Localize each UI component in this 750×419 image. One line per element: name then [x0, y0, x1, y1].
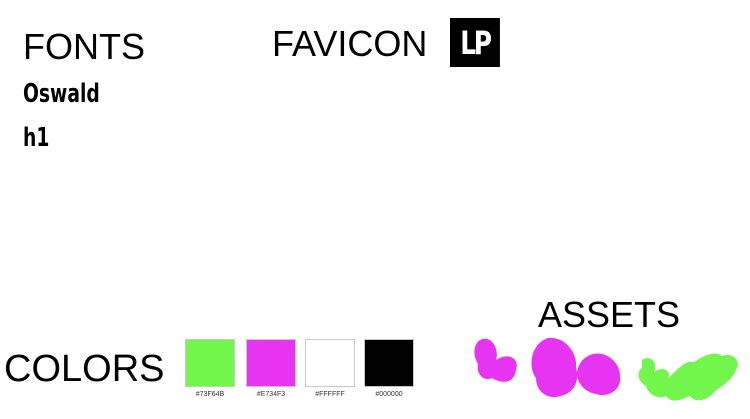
assets-heading: ASSETS	[538, 294, 681, 335]
asset-blob-green	[638, 353, 738, 401]
asset-blob-magenta-3	[576, 353, 621, 396]
favicon-heading: FAVICON	[272, 23, 428, 64]
color-swatch-magenta	[246, 339, 296, 387]
font-sample-h1: h1	[23, 123, 50, 153]
color-label-white: #FFFFFF	[315, 391, 345, 398]
asset-blobs	[474, 337, 738, 401]
color-label-green: #73F64B	[195, 391, 225, 398]
favicon-logo-text: LP	[460, 23, 492, 62]
favicon-logo: LP	[450, 18, 500, 67]
colors-heading: COLORS	[4, 348, 165, 390]
color-swatch-white	[305, 339, 355, 387]
color-swatch-black	[364, 339, 414, 387]
asset-blob-magenta-1	[474, 338, 517, 382]
font-sample-oswald: Oswald	[23, 79, 100, 109]
fonts-heading: FONTS	[23, 26, 145, 67]
color-swatch-green	[185, 339, 235, 387]
asset-blob-magenta-2	[531, 337, 578, 398]
color-label-black: #000000	[375, 391, 403, 398]
color-label-magenta: #E734F3	[256, 391, 286, 398]
